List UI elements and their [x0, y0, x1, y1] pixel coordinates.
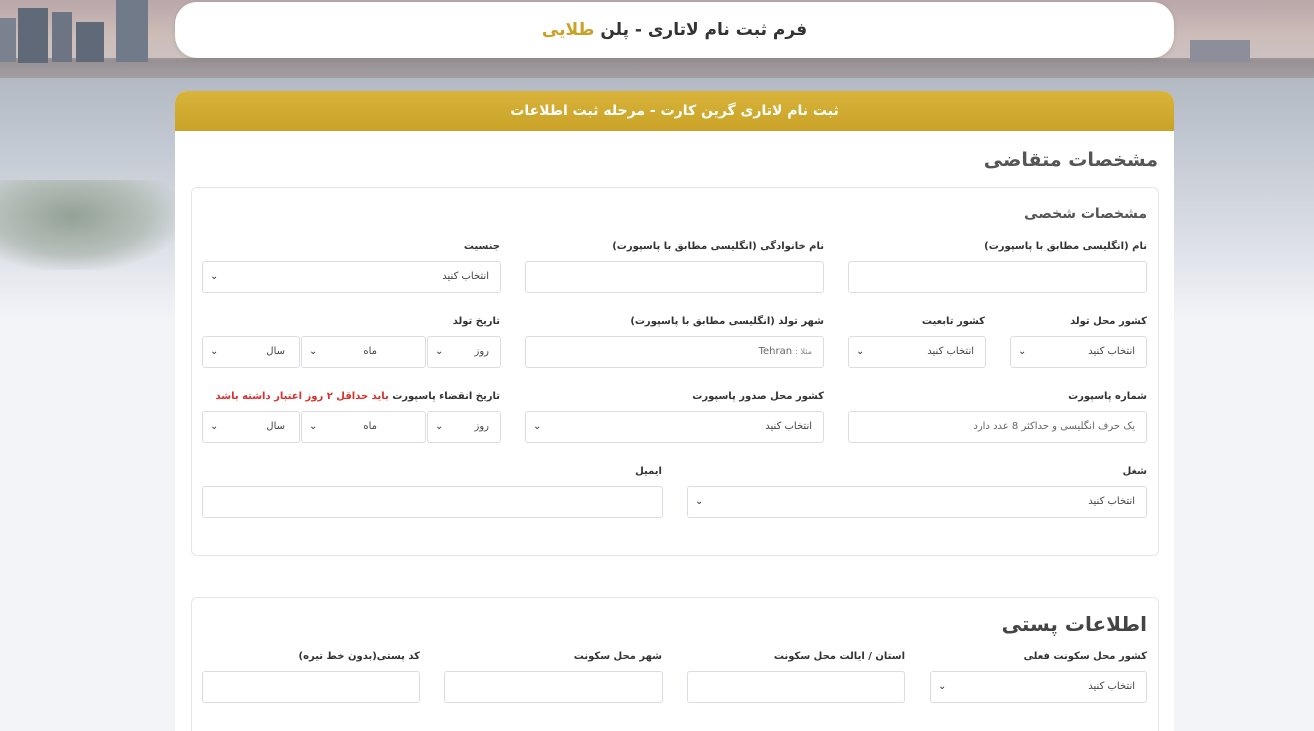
expiry-month-select[interactable]: ماه ⌄ — [301, 411, 426, 443]
birth-city-placeholder-prefix: مثلا : — [795, 347, 812, 356]
chevron-down-icon: ⌄ — [210, 421, 219, 432]
birth-city-placeholder: Tehran — [758, 346, 793, 357]
chevron-down-icon: ⌄ — [1018, 346, 1027, 357]
expiry-year-select[interactable]: سال ⌄ — [202, 411, 300, 443]
postal-info-title: اطلاعات پستی — [1001, 612, 1147, 636]
citizenship-select[interactable]: انتخاب کنید ⌄ — [848, 336, 986, 368]
residence-country-label: کشور محل سکونت فعلی — [1023, 651, 1147, 662]
page-title-main: فرم ثبت نام لاتاری - پلن — [600, 20, 808, 40]
chevron-down-icon: ⌄ — [309, 421, 318, 432]
email-input[interactable] — [202, 486, 663, 518]
passport-expiry-label: تاریخ انقضاء پاسپورت باید حداقل ۲ روز اع… — [215, 391, 500, 402]
province-input[interactable] — [687, 671, 905, 703]
birth-month-select[interactable]: ماه ⌄ — [301, 336, 426, 368]
passport-expiry-warning: باید حداقل ۲ روز اعتبار داشته باشد — [215, 391, 389, 402]
city-input[interactable] — [444, 671, 663, 703]
chevron-down-icon: ⌄ — [533, 421, 542, 432]
registration-form-card: ثبت نام لاتاری گرین کارت - مرحله ثبت اطل… — [175, 91, 1174, 731]
chevron-down-icon: ⌄ — [210, 271, 219, 282]
email-label: ایمیل — [635, 466, 662, 477]
job-select[interactable]: انتخاب کنید ⌄ — [687, 486, 1147, 518]
chevron-down-icon: ⌄ — [309, 346, 318, 357]
expiry-day-select[interactable]: روز ⌄ — [427, 411, 501, 443]
gender-label: جنسیت — [463, 241, 500, 252]
chevron-down-icon: ⌄ — [938, 681, 947, 692]
birth-year-select[interactable]: سال ⌄ — [202, 336, 300, 368]
plan-name: طلایی — [541, 20, 595, 40]
city-label: شهر محل سکونت — [573, 651, 662, 662]
birth-country-select[interactable]: انتخاب کنید ⌄ — [1010, 336, 1147, 368]
last-name-label: نام خانوادگی (انگلیسی مطابق با پاسپورت) — [612, 241, 824, 252]
chevron-down-icon: ⌄ — [435, 421, 444, 432]
passport-country-select[interactable]: انتخاب کنید ⌄ — [525, 411, 824, 443]
page-title: فرم ثبت نام لاتاری - پلن طلایی — [542, 20, 807, 40]
citizenship-label: کشور تابعیت — [921, 316, 985, 327]
chevron-down-icon: ⌄ — [435, 346, 444, 357]
postal-info-box: اطلاعات پستی کشور محل سکونت فعلی انتخاب … — [191, 597, 1159, 731]
chevron-down-icon: ⌄ — [856, 346, 865, 357]
last-name-input[interactable] — [525, 261, 824, 293]
postal-code-input[interactable] — [202, 671, 420, 703]
applicant-section-title: مشخصات متقاضی — [983, 149, 1158, 171]
birth-country-label: کشور محل تولد — [1070, 316, 1147, 327]
passport-expiry-label-text: تاریخ انقضاء پاسپورت — [392, 391, 500, 402]
gender-select[interactable]: انتخاب کنید ⌄ — [202, 261, 501, 293]
first-name-input[interactable] — [848, 261, 1147, 293]
birth-date-label: تاریخ تولد — [452, 316, 500, 327]
page-header-card: فرم ثبت نام لاتاری - پلن طلایی — [175, 2, 1174, 58]
residence-country-select[interactable]: انتخاب کنید ⌄ — [930, 671, 1147, 703]
personal-details-box: مشخصات شخصی نام (انگلیسی مطابق با پاسپور… — [191, 187, 1159, 556]
personal-details-title: مشخصات شخصی — [1024, 206, 1147, 222]
passport-number-label: شماره پاسپورت — [1068, 391, 1147, 402]
birth-day-select[interactable]: روز ⌄ — [427, 336, 501, 368]
first-name-label: نام (انگلیسی مطابق با پاسپورت) — [984, 241, 1147, 252]
passport-country-label: کشور محل صدور پاسپورت — [692, 391, 824, 402]
form-step-banner: ثبت نام لاتاری گرین کارت - مرحله ثبت اطل… — [175, 91, 1174, 131]
birth-city-input[interactable]: مثلا : Tehran — [525, 336, 824, 368]
chevron-down-icon: ⌄ — [695, 496, 704, 507]
passport-number-input[interactable]: یک حرف انگلیسی و حداکثر 8 عدد دارد — [848, 411, 1147, 443]
province-label: استان / ایالت محل سکونت — [773, 651, 905, 662]
birth-city-label: شهر تولد (انگلیسی مطابق با پاسپورت) — [630, 316, 824, 327]
chevron-down-icon: ⌄ — [210, 346, 219, 357]
job-label: شغل — [1122, 466, 1147, 477]
postal-code-label: کد پستی(بدون خط تیره) — [298, 651, 420, 662]
